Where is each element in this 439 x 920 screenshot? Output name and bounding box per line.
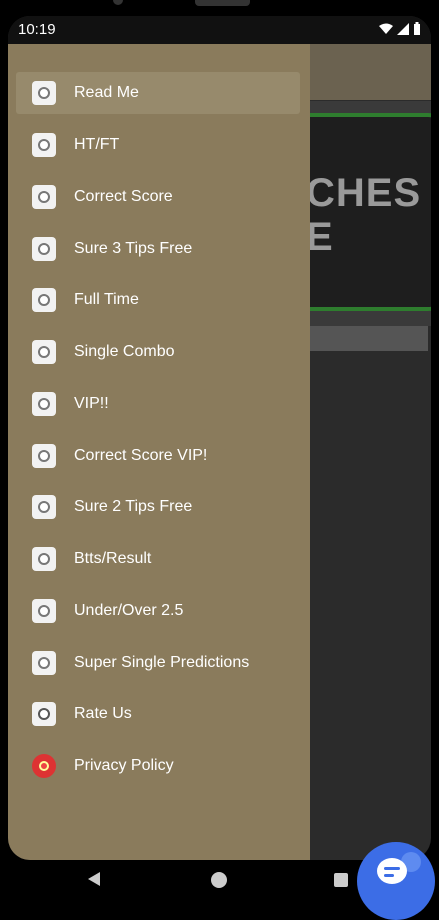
menu-item-label: Super Single Predictions [74, 654, 250, 671]
wifi-icon [379, 22, 393, 39]
status-bar: 10:19 [8, 16, 431, 44]
menu-item-label: Correct Score VIP! [74, 447, 208, 464]
navigation-drawer: Read Me HT/FT Correct Score Sure 3 Tips … [8, 44, 310, 860]
menu-item-label: Rate Us [74, 705, 132, 722]
chat-button[interactable] [357, 842, 435, 920]
ball-icon [32, 340, 56, 364]
menu-item-rate-us[interactable]: Rate Us [16, 693, 300, 735]
menu-item-label: VIP!! [74, 395, 109, 412]
menu-item-label: Privacy Policy [74, 757, 174, 774]
menu-item-single-combo[interactable]: Single Combo [16, 331, 300, 373]
ball-icon [32, 288, 56, 312]
menu-item-read-me[interactable]: Read Me [16, 72, 300, 114]
ball-icon [32, 444, 56, 468]
menu-item-vip[interactable]: VIP!! [16, 383, 300, 425]
ball-icon [32, 392, 56, 416]
menu-item-under-over[interactable]: Under/Over 2.5 [16, 590, 300, 632]
menu-item-sure-3-tips[interactable]: Sure 3 Tips Free [16, 228, 300, 270]
menu-item-label: Btts/Result [74, 550, 152, 567]
speaker-notch [195, 0, 250, 6]
menu-item-ht-ft[interactable]: HT/FT [16, 124, 300, 166]
menu-item-label: Sure 3 Tips Free [74, 240, 193, 257]
menu-item-full-time[interactable]: Full Time [16, 279, 300, 321]
read-icon [32, 81, 56, 105]
chat-icon [377, 858, 407, 884]
menu-item-privacy-policy[interactable]: Privacy Policy [16, 745, 300, 787]
recents-icon[interactable] [334, 873, 348, 887]
status-time: 10:19 [18, 21, 56, 38]
chat-line [384, 874, 394, 877]
ball-icon [32, 133, 56, 157]
battery-icon [413, 22, 421, 39]
menu-item-btts-result[interactable]: Btts/Result [16, 538, 300, 580]
privacy-icon [32, 754, 56, 778]
menu-item-correct-score-vip[interactable]: Correct Score VIP! [16, 435, 300, 477]
home-icon[interactable] [211, 872, 227, 888]
ball-icon [32, 185, 56, 209]
menu-item-super-single[interactable]: Super Single Predictions [16, 642, 300, 684]
menu-item-label: Sure 2 Tips Free [74, 498, 193, 515]
menu-item-label: Read Me [74, 84, 139, 101]
menu-item-sure-2-tips[interactable]: Sure 2 Tips Free [16, 486, 300, 528]
ball-icon [32, 651, 56, 675]
menu-item-label: Under/Over 2.5 [74, 602, 184, 619]
ball-icon [32, 495, 56, 519]
signal-icon [397, 22, 409, 39]
status-icons [379, 22, 421, 39]
menu-item-label: HT/FT [74, 136, 120, 153]
menu-item-correct-score[interactable]: Correct Score [16, 176, 300, 218]
back-icon[interactable] [88, 872, 100, 886]
menu-item-label: Full Time [74, 291, 139, 308]
menu-item-label: Single Combo [74, 343, 175, 360]
camera-notch [113, 0, 123, 5]
ball-icon [32, 237, 56, 261]
ball-icon [32, 547, 56, 571]
banner-text: CHES E [306, 171, 422, 259]
menu-item-label: Correct Score [74, 188, 173, 205]
chat-line [384, 867, 400, 870]
phone-screen: 10:19 CHES E Read Me HT/FT Correct Score… [8, 16, 431, 860]
rate-icon [32, 702, 56, 726]
ball-icon [32, 599, 56, 623]
